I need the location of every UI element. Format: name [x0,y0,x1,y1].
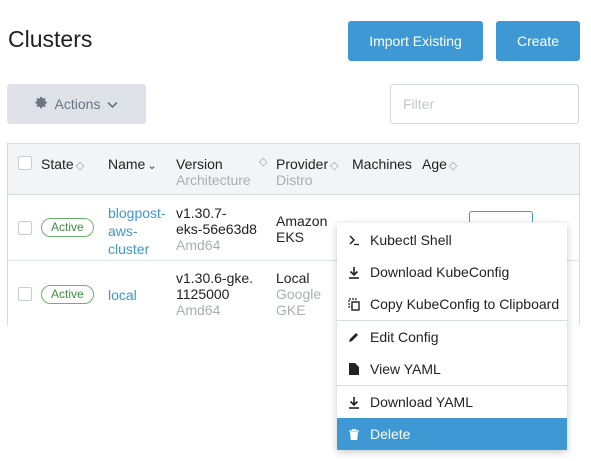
column-provider[interactable]: Provider ◇ Distro [276,156,339,188]
row-checkbox[interactable] [18,221,32,235]
sort-icon: ◇ [330,160,339,172]
version-cell: v1.30.7- eks-56e63d8 Amd64 [176,205,257,253]
provider-cell: Amazon EKS [276,213,328,245]
menu-item-copy-kubeconfig[interactable]: Copy KubeConfig to Clipboard [337,288,567,320]
terminal-icon [348,233,360,247]
trash-icon [348,427,360,441]
provider-cell: Local Google GKE [276,270,322,318]
column-name[interactable]: Name ⌄ [108,156,157,172]
row-action-button[interactable] [469,211,533,222]
menu-item-delete[interactable]: Delete [337,418,567,450]
cluster-name-link[interactable]: local [108,286,137,304]
status-badge: Active [41,285,94,304]
gear-icon [34,96,48,112]
menu-item-download-yaml[interactable]: Download YAML [337,386,567,418]
actions-button[interactable]: Actions [7,84,146,124]
file-icon [348,362,360,376]
column-state[interactable]: State ◇ [41,156,84,172]
menu-item-edit-config[interactable]: Edit Config [337,321,567,353]
create-button[interactable]: Create [496,21,580,61]
actions-label: Actions [54,96,101,112]
row-checkbox[interactable] [18,287,32,301]
import-existing-button[interactable]: Import Existing [348,21,483,61]
status-badge: Active [41,218,94,237]
cluster-actions-menu: Kubectl Shell Download KubeConfig Copy K… [337,223,567,450]
menu-item-view-yaml[interactable]: View YAML [337,353,567,385]
copy-icon [348,297,360,311]
cluster-name-link[interactable]: blogpost- aws- cluster [108,204,166,258]
sort-icon: ◇ [75,160,85,172]
column-version[interactable]: Version Architecture [176,156,251,188]
menu-item-kubectl-shell[interactable]: Kubectl Shell [337,224,567,256]
sort-icon: ◇ [259,156,268,168]
table-header: State ◇ Name ⌄ Version Architecture ◇ Prov… [8,144,579,195]
column-machines: Machines [352,156,412,172]
sort-desc-icon: ⌄ [147,160,157,172]
download-icon [348,395,360,409]
filter-input[interactable] [390,84,579,124]
version-cell: v1.30.6-gke. 1125000 Amd64 [176,270,254,318]
menu-item-download-kubeconfig[interactable]: Download KubeConfig [337,256,567,288]
sort-icon: ◇ [448,160,458,172]
page-title: Clusters [8,26,93,52]
column-age[interactable]: Age ◇ [422,156,457,172]
pencil-icon [348,330,360,344]
download-icon [348,265,360,279]
chevron-down-icon [107,96,119,112]
select-all-checkbox[interactable] [18,156,32,170]
